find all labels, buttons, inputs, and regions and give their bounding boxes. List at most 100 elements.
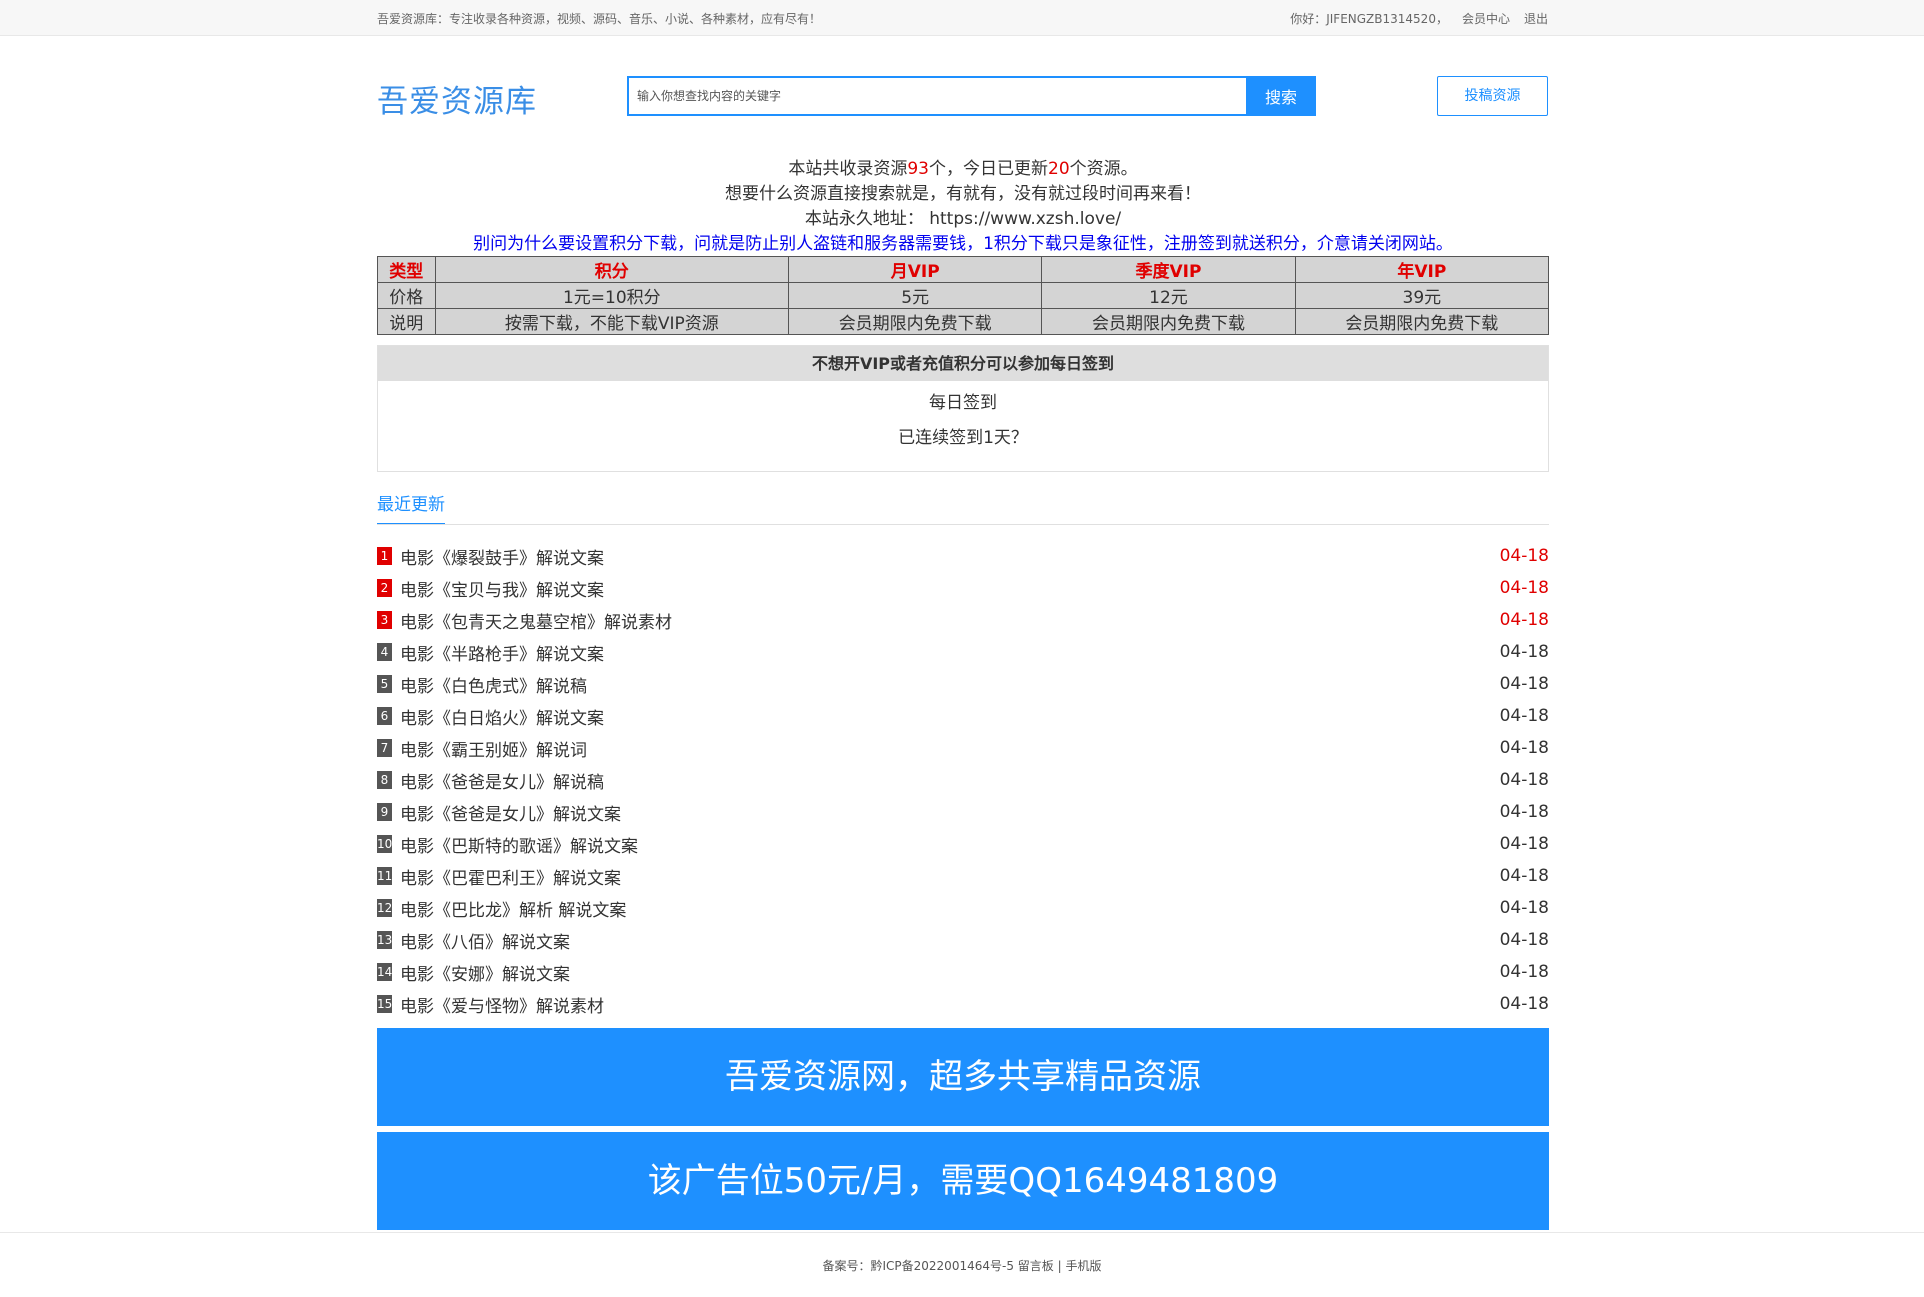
item-date: 04-18 bbox=[1499, 674, 1549, 694]
recent-list: 1 电影《爆裂鼓手》解说文案 04-18 2 电影《宝贝与我》解说文案 04-18 3电… bbox=[377, 540, 1549, 1020]
price-table-header: 类型 积分 月VIP 季度VIP 年VIP bbox=[377, 256, 1550, 283]
item-title[interactable]: 电影《巴比龙》解析 解说文案 bbox=[400, 896, 1500, 921]
tab-recent-updates[interactable]: 最近更新 bbox=[377, 490, 445, 525]
footer-separator: | bbox=[1057, 1259, 1062, 1273]
icp-label: 备案号： bbox=[822, 1259, 871, 1273]
item-date: 04-18 bbox=[1499, 770, 1549, 790]
price-cell: 价格 bbox=[377, 282, 436, 309]
item-title[interactable]: 电影《爱与怪物》解说素材 bbox=[400, 992, 1500, 1017]
item-date: 04-18 bbox=[1499, 706, 1549, 726]
price-table-row: 价格 1元=10积分 5元 12元 39元 bbox=[377, 282, 1550, 309]
item-title[interactable]: 电影《宝贝与我》解说文案 bbox=[400, 576, 1500, 601]
list-item[interactable]: 15 电影《爱与怪物》解说素材 04-18 bbox=[377, 988, 1549, 1020]
signin-body: 每日签到 已连续签到1天？ bbox=[378, 381, 1548, 456]
item-title[interactable]: 电影《爸爸是女儿》解说文案 bbox=[400, 800, 1500, 825]
price-cell: 39元 bbox=[1294, 282, 1550, 309]
guestbook-link[interactable]: 留言板 bbox=[1018, 1259, 1054, 1273]
user-links: 你好：JIFENGZB1314520， 会员中心 退出 bbox=[1290, 10, 1548, 27]
site-notice: 本站共收录资源93个，今日已更新20个资源。 想要什么资源直接搜索就是，有就有，… bbox=[377, 157, 1549, 257]
price-header-cell: 积分 bbox=[434, 256, 790, 283]
notice-stats: 本站共收录资源93个，今日已更新20个资源。 bbox=[377, 157, 1549, 182]
item-date: 04-18 bbox=[1499, 546, 1549, 566]
rank-badge: 5 bbox=[377, 675, 392, 693]
list-item[interactable]: 9 电影《爸爸是女儿》解说文案 04-18 bbox=[377, 796, 1549, 828]
signin-streak: 已连续签到1天？ bbox=[898, 428, 1028, 448]
search-input[interactable] bbox=[627, 76, 1246, 116]
search-bar: 搜索 bbox=[627, 76, 1316, 116]
signin-heading: 不想开VIP或者充值积分可以参加每日签到 bbox=[378, 346, 1548, 381]
list-item[interactable]: 14 电影《安娜》解说文案 04-18 bbox=[377, 956, 1549, 988]
list-item[interactable]: 6 电影《白日焰火》解说文案 04-18 bbox=[377, 700, 1549, 732]
top-bar: 吾爱资源库：专注收录各种资源，视频、源码、音乐、小说、各种素材，应有尽有！ 你好… bbox=[0, 0, 1924, 36]
price-cell: 1元=10积分 bbox=[434, 282, 790, 309]
rank-badge: 8 bbox=[377, 771, 392, 789]
list-item[interactable]: 13 电影《八佰》解说文案 04-18 bbox=[377, 924, 1549, 956]
item-title[interactable]: 电影《包青天之鬼墓空棺》解说素材 bbox=[400, 608, 1500, 633]
list-item[interactable]: 7 电影《霸王别姬》解说词 04-18 bbox=[377, 732, 1549, 764]
logout-link[interactable]: 退出 bbox=[1524, 10, 1548, 27]
price-table-row: 说明 按需下载，不能下载VIP资源 会员期限内免费下载 会员期限内免费下载 会员… bbox=[377, 308, 1550, 335]
notice-search-hint: 想要什么资源直接搜索就是，有就有，没有就过段时间再来看！ bbox=[725, 184, 1201, 204]
mobile-version-link[interactable]: 手机版 bbox=[1066, 1259, 1102, 1273]
site-tagline: 吾爱资源库：专注收录各种资源，视频、源码、音乐、小说、各种素材，应有尽有！ bbox=[377, 12, 822, 26]
submit-resource-button[interactable]: 投稿资源 bbox=[1437, 76, 1548, 116]
item-date: 04-18 bbox=[1499, 994, 1549, 1014]
notice-permanent-url: 本站永久地址： https://www.xzsh.love/ bbox=[804, 209, 1122, 229]
rank-badge: 11 bbox=[377, 867, 393, 885]
price-cell: 12元 bbox=[1041, 282, 1296, 309]
divider bbox=[0, 1232, 1924, 1233]
ad-banner-site[interactable]: 吾爱资源网，超多共享精品资源 bbox=[377, 1028, 1549, 1126]
list-item[interactable]: 11 电影《巴霍巴利王》解说文案 04-18 bbox=[377, 860, 1549, 892]
list-item[interactable]: 8 电影《爸爸是女儿》解说稿 04-18 bbox=[377, 764, 1549, 796]
list-item[interactable]: 12 电影《巴比龙》解析 解说文案 04-18 bbox=[377, 892, 1549, 924]
ad-banner-rent[interactable]: 该广告位50元/月，需要QQ1649481809 bbox=[377, 1132, 1549, 1230]
rank-badge: 15 bbox=[377, 995, 393, 1013]
notice-stats-text: 个，今日已更新 bbox=[929, 159, 1048, 179]
search-button[interactable]: 搜索 bbox=[1246, 76, 1316, 116]
today-count: 20 bbox=[1048, 159, 1070, 179]
item-title[interactable]: 电影《霸王别姬》解说词 bbox=[400, 736, 1500, 761]
list-item[interactable]: 10 电影《巴斯特的歌谣》解说文案 04-18 bbox=[377, 828, 1549, 860]
price-cell: 会员期限内免费下载 bbox=[788, 308, 1043, 335]
item-date: 04-18 bbox=[1499, 834, 1549, 854]
item-title[interactable]: 电影《半路枪手》解说文案 bbox=[400, 640, 1500, 665]
rank-badge: 1 bbox=[377, 547, 392, 565]
rank-badge: 12 bbox=[377, 899, 393, 917]
item-title[interactable]: 电影《安娜》解说文案 bbox=[400, 960, 1500, 985]
list-item[interactable]: 1 电影《爆裂鼓手》解说文案 04-18 bbox=[377, 540, 1549, 572]
item-title[interactable]: 电影《白日焰火》解说文案 bbox=[400, 704, 1500, 729]
member-center-link[interactable]: 会员中心 bbox=[1462, 10, 1510, 27]
list-item[interactable]: 4 电影《半路枪手》解说文案 04-18 bbox=[377, 636, 1549, 668]
rank-badge: 9 bbox=[377, 803, 392, 821]
rank-badge: 6 bbox=[377, 707, 392, 725]
item-title[interactable]: 电影《巴斯特的歌谣》解说文案 bbox=[400, 832, 1500, 857]
item-date: 04-18 bbox=[1499, 738, 1549, 758]
icp-link[interactable]: 黔ICP备2022001464号-5 bbox=[870, 1259, 1013, 1273]
item-title[interactable]: 电影《爸爸是女儿》解说稿 bbox=[400, 768, 1500, 793]
price-header-cell: 月VIP bbox=[788, 256, 1043, 283]
price-cell: 会员期限内免费下载 bbox=[1294, 308, 1550, 335]
price-cell: 说明 bbox=[377, 308, 436, 335]
price-cell: 按需下载，不能下载VIP资源 bbox=[434, 308, 790, 335]
item-date: 04-18 bbox=[1499, 642, 1549, 662]
item-title[interactable]: 电影《爆裂鼓手》解说文案 bbox=[400, 544, 1500, 569]
daily-signin-button[interactable]: 每日签到 bbox=[378, 386, 1548, 421]
list-item[interactable]: 3 电影《包青天之鬼墓空棺》解说素材 04-18 bbox=[377, 604, 1549, 636]
item-title[interactable]: 电影《巴霍巴利王》解说文案 bbox=[400, 864, 1500, 889]
item-date: 04-18 bbox=[1499, 866, 1549, 886]
notice-points-explanation: 别问为什么要设置积分下载，问就是防止别人盗链和服务器需要钱，1积分下载只是象征性… bbox=[473, 234, 1453, 254]
item-date: 04-18 bbox=[1499, 610, 1549, 630]
item-title[interactable]: 电影《白色虎式》解说稿 bbox=[400, 672, 1500, 697]
rank-badge: 7 bbox=[377, 739, 392, 757]
site-logo[interactable]: 吾爱资源库 bbox=[377, 76, 537, 121]
price-header-cell: 类型 bbox=[377, 256, 436, 283]
rank-badge: 14 bbox=[377, 963, 393, 981]
user-greeting: 你好：JIFENGZB1314520， bbox=[1290, 12, 1448, 26]
list-item[interactable]: 5 电影《白色虎式》解说稿 04-18 bbox=[377, 668, 1549, 700]
price-table: 类型 积分 月VIP 季度VIP 年VIP 价格 1元=10积分 5元 12元 … bbox=[377, 256, 1550, 335]
price-cell: 会员期限内免费下载 bbox=[1041, 308, 1296, 335]
item-date: 04-18 bbox=[1499, 930, 1549, 950]
item-title[interactable]: 电影《八佰》解说文案 bbox=[400, 928, 1500, 953]
list-item[interactable]: 2 电影《宝贝与我》解说文案 04-18 bbox=[377, 572, 1549, 604]
divider bbox=[377, 524, 1549, 525]
